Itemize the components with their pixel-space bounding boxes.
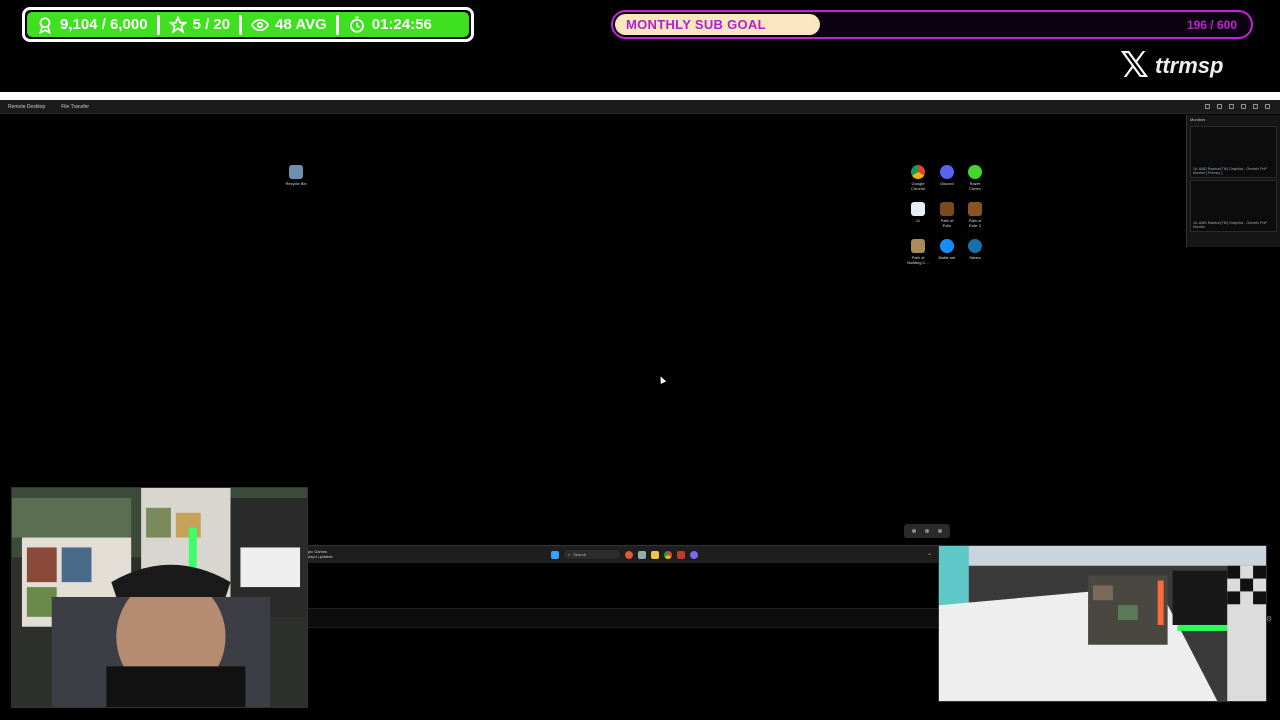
- stream-stats-inner: 9,104 / 6,000 5 / 20 48 AVG 01:24:56: [27, 12, 469, 37]
- award-icon: [39, 16, 51, 34]
- desktop-icon-battlenet[interactable]: Battle.net: [936, 239, 958, 260]
- desktop-icon-steam[interactable]: Steam: [964, 239, 986, 260]
- chrome-taskbar-icon[interactable]: [664, 550, 672, 559]
- tray-dot-icon[interactable]: [924, 529, 929, 533]
- chevron-down-icon[interactable]: ⌄: [927, 550, 932, 557]
- monitor-caption: 1#. AMD Radeon(TM) Graphics - Generic Pn…: [1193, 221, 1267, 229]
- keyboard-icon[interactable]: [1241, 104, 1246, 109]
- discord-icon: [940, 165, 954, 179]
- search-placeholder: Search: [573, 552, 586, 557]
- remote-taskbar: pic Games day's updates ⌕ Search ⌄: [306, 545, 938, 563]
- monitors-header: Monitors: [1190, 117, 1206, 122]
- display-icon[interactable]: [1217, 104, 1222, 109]
- monitor-caption: 1#. AMD Radeon(TM) Graphics - Generic Pn…: [1193, 167, 1267, 175]
- task-view-icon[interactable]: [638, 550, 646, 559]
- remote-window-titlebar[interactable]: [0, 92, 1280, 100]
- stopwatch-icon: [349, 16, 364, 33]
- monthly-sub-goal-bar: MONTHLY SUB GOAL 196 / 600: [611, 10, 1253, 39]
- remote-secondary-strip: [306, 608, 938, 628]
- recycle-bin-icon: [289, 165, 303, 179]
- monitors-panel: Monitors 1#. AMD Radeon(TM) Graphics - G…: [1186, 115, 1280, 247]
- desktop-icon-label: Steam: [969, 255, 981, 260]
- viewers-stat: 48 AVG: [242, 12, 336, 37]
- x-logo-icon: 𝕏: [1120, 45, 1150, 86]
- handle-text: ttrmsp: [1155, 53, 1224, 78]
- goal-count: 196 / 600: [1186, 18, 1237, 32]
- remote-desktop-screen[interactable]: Recycle Bin Google Chrome Discord Razer …: [0, 115, 1186, 545]
- followers-stat: 9,104 / 6,000: [27, 12, 157, 37]
- search-icon: ⌕: [568, 552, 571, 557]
- notification-line: day's updates: [308, 554, 333, 559]
- subs-value: 5 / 20: [192, 16, 231, 33]
- desktop-icon-razer-cortex[interactable]: Razer Cortex: [964, 165, 986, 191]
- desktop-icon-path-of-exile[interactable]: Path of Exile: [936, 202, 958, 228]
- app-taskbar-icon[interactable]: [690, 550, 698, 559]
- monitor-thumbnail-1[interactable]: 1#. AMD Radeon(TM) Graphics - Generic Pn…: [1190, 126, 1277, 178]
- document-icon: [911, 202, 925, 216]
- menu-file-transfer[interactable]: File Transfer: [53, 104, 97, 110]
- battlenet-icon: [940, 239, 954, 253]
- tray-dot-icon[interactable]: [937, 529, 942, 533]
- monitor-thumbnail-2[interactable]: 1#. AMD Radeon(TM) Graphics - Generic Pn…: [1190, 180, 1277, 232]
- desktop-icon-label: Path of Building C...: [907, 255, 929, 265]
- taskbar-center: ⌕ Search: [551, 550, 698, 559]
- star-icon: [168, 15, 187, 34]
- desktop-icon-chrome[interactable]: Google Chrome: [907, 165, 929, 191]
- uptime-stat: 01:24:56: [339, 12, 441, 37]
- desktop-icon-label: Path of Exile 2: [968, 218, 982, 228]
- fullscreen-icon[interactable]: [1265, 104, 1270, 109]
- path-of-exile-2-icon: [968, 202, 982, 216]
- desktop-icon-label: Battle.net: [938, 255, 956, 260]
- path-of-building-icon: [911, 239, 925, 253]
- chat-icon[interactable]: [1253, 104, 1258, 109]
- desktop-icon-label: Path of Exile: [940, 218, 954, 228]
- app-icon[interactable]: [625, 550, 633, 559]
- info-icon[interactable]: [1205, 104, 1210, 109]
- viewers-value: 48 AVG: [275, 16, 327, 33]
- streamer-webcam: [11, 487, 308, 708]
- remote-window-menubar: Remote Desktop File Transfer: [0, 100, 1280, 114]
- steam-icon: [968, 239, 982, 253]
- chrome-icon: [911, 165, 925, 179]
- desktop-icon-label: 11: [915, 218, 921, 223]
- desktop-icon-recycle-bin[interactable]: Recycle Bin: [285, 165, 307, 186]
- eye-icon: [251, 18, 270, 31]
- razer-cortex-icon: [968, 165, 982, 179]
- floating-tray[interactable]: [904, 524, 950, 538]
- desktop-icon-label: Google Chrome: [910, 181, 926, 191]
- desktop-icon-file-11[interactable]: 11: [907, 202, 929, 223]
- social-handle: 𝕏 ttrmsp: [1120, 48, 1223, 84]
- toolbar-icons: [1205, 104, 1280, 109]
- followers-value: 9,104 / 6,000: [60, 16, 148, 33]
- windows-start-icon[interactable]: [551, 550, 559, 559]
- desktop-icon-discord[interactable]: Discord: [936, 165, 958, 186]
- app-taskbar-icon[interactable]: [677, 550, 685, 559]
- file-explorer-icon[interactable]: [651, 550, 659, 559]
- goal-label: MONTHLY SUB GOAL: [626, 17, 766, 32]
- tray-dot-icon[interactable]: [912, 529, 917, 533]
- path-of-exile-icon: [940, 202, 954, 216]
- stream-stats-bar: 9,104 / 6,000 5 / 20 48 AVG 01:24:56: [22, 7, 474, 42]
- desktop-icon-label: Razer Cortex: [969, 181, 981, 191]
- uptime-value: 01:24:56: [371, 16, 432, 33]
- desktop-icon-label: Discord: [940, 181, 954, 186]
- subs-stat: 5 / 20: [160, 12, 240, 37]
- monitor-icon[interactable]: [1229, 104, 1234, 109]
- desktop-icon-path-of-exile-2[interactable]: Path of Exile 2: [964, 202, 986, 228]
- taskbar-notification[interactable]: pic Games day's updates: [308, 549, 333, 559]
- desktop-icon-path-of-building[interactable]: Path of Building C...: [907, 239, 929, 265]
- room-webcam: [938, 545, 1267, 702]
- desktop-icon-label: Recycle Bin: [285, 181, 307, 186]
- taskbar-search[interactable]: ⌕ Search: [564, 550, 620, 559]
- menu-remote-desktop[interactable]: Remote Desktop: [0, 104, 53, 110]
